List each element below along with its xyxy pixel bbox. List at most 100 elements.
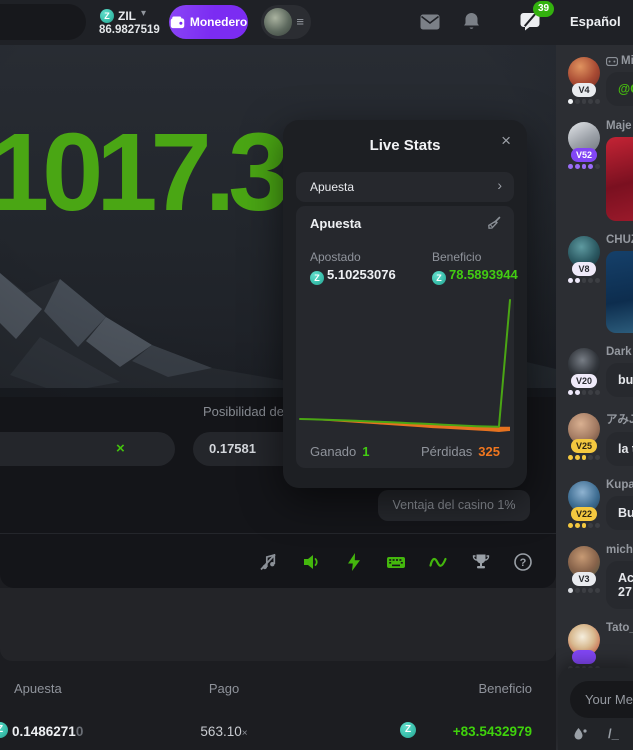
history-row[interactable]: Z 0.14862710 563.10× Z +83.5432979	[0, 717, 556, 750]
avatar	[264, 8, 292, 36]
profit-amount: +83.5432979	[453, 724, 532, 739]
level-badge: V25	[571, 439, 597, 453]
modal-title: Live Stats	[283, 137, 527, 154]
username[interactable]: Mi	[606, 55, 633, 67]
stats-filter-dropdown[interactable]: Apuesta ›	[296, 172, 514, 202]
mail-button[interactable]	[420, 14, 440, 35]
music-off-icon	[258, 552, 278, 572]
close-icon[interactable]: ×	[501, 131, 511, 151]
hotkeys-button[interactable]	[384, 550, 408, 574]
chat-user[interactable]: V52	[568, 122, 600, 169]
notifications-button[interactable]	[463, 12, 480, 36]
app-screen: Z ZIL ▾ 86.9827519 Monedero ≡	[0, 0, 633, 750]
chat-user[interactable]: V3	[568, 546, 600, 593]
speaker-icon	[302, 552, 322, 572]
chat-user[interactable]: V25	[568, 413, 600, 460]
chevron-down-icon: ▾	[141, 8, 146, 19]
multiply-icon: ×	[116, 440, 125, 457]
level-badge: V8	[572, 262, 596, 276]
chat-message-input[interactable]: Your Me	[570, 681, 633, 718]
history-header-bet: Apuesta	[14, 681, 62, 696]
chat-user[interactable]: V20	[568, 348, 600, 395]
chat-rules-button[interactable]: /_	[608, 725, 619, 743]
level-badge: V22	[571, 507, 597, 521]
language-selector[interactable]: Español	[570, 14, 621, 29]
crash-multiplier: 1017.3	[0, 109, 282, 236]
sound-button[interactable]	[300, 550, 324, 574]
wagered-label: Apostado	[310, 250, 361, 264]
history-header-payout: Pago	[194, 681, 254, 696]
live-stats-button[interactable]	[426, 550, 450, 574]
username[interactable]: CHUZ	[606, 234, 633, 246]
chat-message-list: V4 Mi @G V52	[556, 55, 633, 687]
help-icon: ?	[513, 552, 533, 572]
zil-coin-icon: Z	[0, 722, 8, 738]
chat-user[interactable]	[568, 624, 600, 671]
svg-text:?: ?	[520, 557, 527, 569]
chat-message: Tato_	[556, 622, 633, 674]
username[interactable]: Tato_	[606, 622, 633, 634]
chevron-right-icon: ›	[497, 177, 502, 193]
zil-coin-icon: Z	[100, 9, 114, 23]
chat-notification-badge: 39	[533, 1, 554, 17]
mail-icon	[420, 14, 440, 30]
currency-selector[interactable]: Z ZIL ▾ 86.9827519	[99, 0, 169, 45]
chat-message: V22 Kupa Bu	[556, 479, 633, 531]
username[interactable]: Kupa	[606, 479, 633, 491]
live-stats-modal: Live Stats × Apuesta › Apuesta Apostado …	[283, 120, 527, 488]
nav-search-stub[interactable]	[0, 4, 86, 40]
rain-tip-button[interactable]	[571, 726, 589, 748]
slash-icon: /_	[608, 726, 619, 741]
payout-input[interactable]: ×	[0, 432, 175, 466]
message-bubble: @G	[606, 72, 633, 106]
username[interactable]: mich	[606, 544, 633, 556]
stats-card: Apuesta Apostado Beneficio Z5.10253076 Z…	[296, 206, 514, 468]
wallet-label: Monedero	[190, 15, 247, 29]
wins: Ganado1	[310, 444, 370, 459]
chat-message: V8 CHUZ	[556, 234, 633, 333]
chat-user[interactable]: V22	[568, 481, 600, 528]
menu-icon: ≡	[296, 16, 304, 28]
username[interactable]: Maje	[606, 120, 633, 132]
chat-user[interactable]: V8	[568, 236, 600, 283]
message-bubble: Bu	[606, 496, 633, 530]
username[interactable]: アみJ	[606, 411, 633, 427]
lightning-icon	[344, 552, 364, 572]
level-badge: V52	[571, 148, 597, 162]
zil-coin-icon: Z	[432, 271, 446, 285]
level-dots	[568, 164, 600, 169]
top-navbar: Z ZIL ▾ 86.9827519 Monedero ≡	[0, 0, 633, 45]
level-dots	[568, 278, 600, 283]
level-badge: V20	[571, 374, 597, 388]
keyboard-icon	[386, 552, 406, 572]
payout-multiplier: 563.10×	[194, 724, 254, 739]
wallet-icon	[170, 16, 185, 29]
profile-menu[interactable]: ≡	[261, 5, 311, 39]
instant-bet-button[interactable]	[342, 550, 366, 574]
chat-user[interactable]: V4	[568, 57, 600, 104]
reset-stats-button[interactable]	[486, 215, 502, 236]
music-mute-button[interactable]	[256, 550, 280, 574]
level-badge: V3	[572, 572, 596, 586]
filter-value: Apuesta	[310, 180, 354, 194]
bet-amount: 0.14862710	[12, 724, 83, 739]
level-badge	[572, 650, 596, 664]
message-bubble: Ac 27	[606, 561, 633, 609]
wallet-button[interactable]: Monedero	[169, 5, 248, 39]
level-dots	[568, 455, 600, 460]
message-bubble: la t	[606, 432, 633, 466]
chat-message: V4 Mi @G	[556, 55, 633, 107]
zil-coin-icon: Z	[400, 722, 416, 738]
help-button[interactable]: ?	[511, 550, 535, 574]
currency-code: ZIL	[118, 9, 136, 23]
game-icon	[606, 57, 618, 66]
win-chance-value: 0.17581	[209, 441, 256, 456]
username[interactable]: Dark	[606, 346, 633, 358]
zil-coin-icon: Z	[310, 271, 324, 285]
profit-value: Z78.5893944	[432, 267, 518, 285]
win-chance-label: Posibilidad de	[203, 404, 284, 419]
level-dots	[568, 588, 600, 593]
level-badge: V4	[572, 83, 596, 97]
chat-message: V3 mich Ac 27	[556, 544, 633, 609]
tournament-button[interactable]	[469, 550, 493, 574]
